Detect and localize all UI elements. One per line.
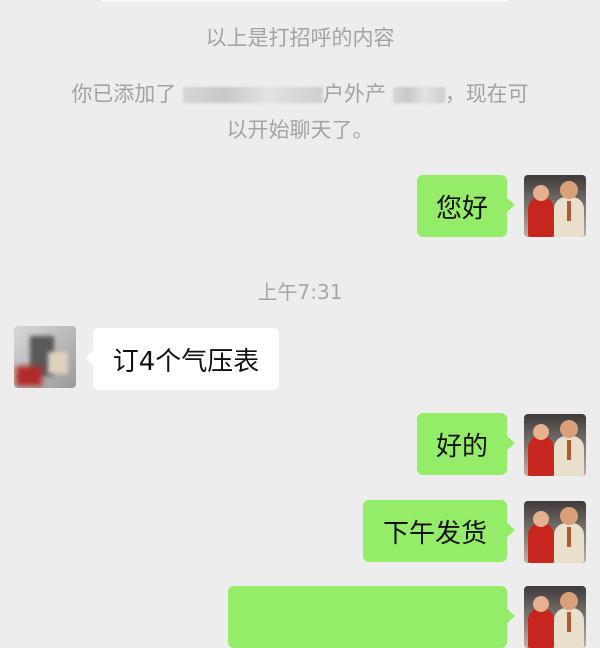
redacted-name-part2 (392, 87, 445, 103)
self-avatar[interactable] (524, 586, 586, 648)
contact-avatar[interactable] (14, 326, 76, 388)
redacted-name-part1 (183, 87, 323, 103)
added-prefix: 你已添加了 (71, 82, 177, 106)
message-text: 订4个气压表 (112, 346, 260, 377)
friend-added-line1: 你已添加了 户外产 ，现在可 (0, 76, 600, 112)
message-text: 下午发货 (382, 518, 487, 549)
self-avatar[interactable] (524, 501, 586, 563)
message-bubble-outgoing[interactable]: 下午发货 (363, 500, 515, 562)
message-bubble-outgoing[interactable]: 好的 (417, 413, 515, 475)
message-bubble-incoming[interactable]: 订4个气压表 (85, 328, 279, 390)
friend-added-notice: 你已添加了 户外产 ，现在可 以开始聊天了。 (0, 76, 600, 148)
greeting-note-text: 以上是打招呼的内容 (205, 26, 395, 50)
previous-message-edge (100, 0, 510, 2)
message-text: 您好 (435, 193, 488, 224)
self-avatar[interactable] (524, 175, 586, 237)
message-text: 好的 (435, 431, 488, 462)
greeting-note: 以上是打招呼的内容 (0, 20, 600, 56)
added-suffix: ，现在可 (444, 82, 529, 106)
message-timestamp: 上午7:31 (257, 280, 343, 304)
message-bubble-outgoing[interactable] (228, 586, 515, 648)
added-fragment: 户外产 (323, 82, 386, 106)
friend-added-line2: 以开始聊天了。 (226, 118, 374, 142)
self-avatar[interactable] (524, 414, 586, 476)
message-bubble-outgoing[interactable]: 您好 (417, 175, 515, 237)
